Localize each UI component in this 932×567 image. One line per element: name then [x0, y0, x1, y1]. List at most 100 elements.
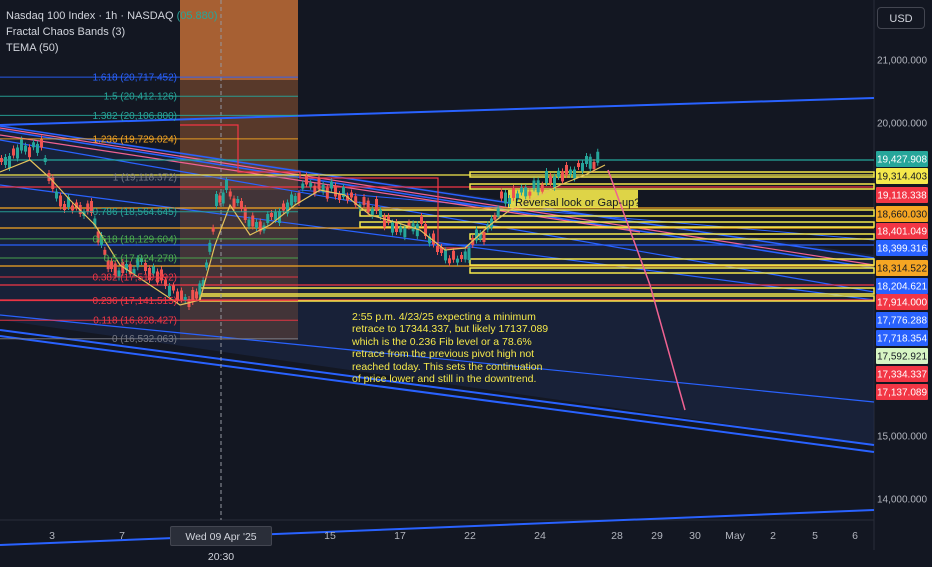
candle-body: [36, 143, 39, 153]
candle-body: [528, 191, 532, 196]
candle-body: [592, 162, 596, 169]
price-label: 19,118.338: [877, 191, 927, 202]
fib-level-label: 0.382 (17,519.292): [92, 273, 177, 284]
candle-body: [330, 181, 333, 189]
price-label: 18,401.049: [877, 227, 927, 238]
candle-body: [432, 233, 435, 245]
candle-body: [549, 176, 552, 184]
crosshair-date-badge: Wed 09 Apr '25 20:30: [170, 526, 272, 563]
candle-body: [309, 182, 313, 187]
candle-body: [180, 290, 183, 300]
fib-level-label: 1.5 (20,412.126): [104, 92, 177, 103]
candle-body: [236, 199, 240, 203]
candle-body: [12, 148, 15, 156]
candle-body: [536, 180, 540, 193]
price-label: 17,914.000: [877, 298, 927, 309]
candle-body: [375, 199, 378, 211]
candle-body: [387, 216, 390, 223]
candle-body: [467, 248, 471, 260]
candle-body: [577, 163, 580, 167]
price-label: 19,427.908: [877, 155, 927, 166]
y-axis-tick: 14,000.000: [877, 495, 927, 506]
price-label: 17,718.354: [877, 334, 927, 345]
candle-body: [86, 203, 90, 212]
candle-body: [4, 157, 7, 165]
candle-body: [290, 194, 293, 206]
legend-symbol-value: (05.880): [176, 10, 218, 22]
candle-body: [16, 147, 19, 159]
x-axis-tick: 28: [611, 530, 623, 542]
fib-level-label: 1.236 (19,729.024): [92, 134, 177, 145]
candle-body: [71, 205, 74, 211]
price-label: 17,776.288: [877, 316, 927, 327]
price-label: 18,204.621: [877, 282, 927, 293]
candle-body: [282, 203, 285, 211]
legend-indicator-tema[interactable]: TEMA (50): [6, 40, 218, 56]
candle-body: [255, 222, 258, 228]
candle-body: [195, 291, 198, 299]
candle-body: [205, 262, 208, 268]
y-axis-tick: 20,000.000: [877, 119, 927, 130]
fib-level-label: 0.118 (16,828.427): [93, 316, 177, 327]
candle-body: [293, 196, 297, 202]
annotation-line: retrace to 17344.337, but likely 17137.0…: [352, 323, 549, 336]
candle-body: [399, 227, 403, 233]
candle-body: [540, 184, 544, 192]
candle-body: [40, 138, 43, 148]
candle-body: [493, 215, 497, 220]
price-label: 18,660.030: [877, 210, 927, 221]
candle-body: [496, 208, 500, 217]
candle-body: [362, 197, 366, 205]
candle-body: [524, 187, 528, 197]
candle-body: [379, 209, 382, 217]
candle-body: [266, 214, 270, 223]
annotation-line: reached today. This sets the continuatio…: [352, 360, 543, 373]
x-axis-tick: 2: [770, 530, 776, 542]
candle-body: [391, 222, 394, 233]
price-label: 18,314.522: [877, 264, 927, 275]
price-label: 17,592.921: [877, 352, 927, 363]
reversal-note: Reversal look or Gap-up?: [515, 197, 641, 209]
candle-body: [270, 213, 273, 217]
candle-body: [504, 192, 507, 204]
candle-body: [520, 187, 523, 193]
legend-indicator-fractal[interactable]: Fractal Chaos Bands (3): [6, 24, 218, 40]
candle-body: [383, 216, 386, 228]
x-axis-tick: May: [725, 530, 746, 542]
candle-body: [561, 171, 564, 182]
candle-body: [338, 194, 341, 200]
candle-body: [508, 198, 511, 204]
candle-body: [436, 246, 439, 252]
candle-body: [532, 180, 536, 189]
candle-body: [415, 224, 419, 237]
candle-body: [482, 232, 486, 242]
candle-body: [301, 183, 305, 189]
fib-level-label: 0.618 (18,129.604): [92, 234, 177, 245]
candle-body: [460, 255, 463, 259]
price-label: 17,334.337: [877, 370, 927, 381]
candle-body: [588, 156, 592, 169]
candle-body: [565, 165, 568, 175]
candle-body: [232, 198, 236, 208]
currency-button[interactable]: USD: [877, 7, 925, 29]
price-label: 19,314.403: [877, 172, 927, 183]
candle-body: [28, 147, 31, 158]
candle-body: [317, 177, 321, 190]
candle-body: [585, 156, 588, 164]
candle-body: [208, 242, 212, 252]
fib-level-label: 0 (16,532.063): [112, 334, 177, 345]
annotation-line: 2:55 p.m. 4/23/25 expecting a minimum: [352, 311, 536, 323]
candle-body: [395, 222, 398, 232]
candle-body: [8, 156, 11, 168]
candle-body: [403, 228, 407, 238]
y-axis-tick: 21,000.000: [877, 56, 927, 67]
candle-body: [350, 192, 353, 198]
annotation-line: retrace from the previous pivot high not: [352, 348, 535, 361]
legend-symbol[interactable]: Nasdaq 100 Index · 1h · NASDAQ (05.880): [6, 8, 218, 24]
fib-level-label: 1.382 (20,106.800): [92, 111, 177, 122]
candle-body: [545, 171, 548, 183]
candle-body: [456, 258, 459, 263]
price-chart[interactable]: 1.618 (20,717.452) 1.5 (20,412.126) 1.382 …: [0, 0, 932, 550]
candle-body: [43, 158, 47, 162]
candle-body: [24, 145, 27, 152]
